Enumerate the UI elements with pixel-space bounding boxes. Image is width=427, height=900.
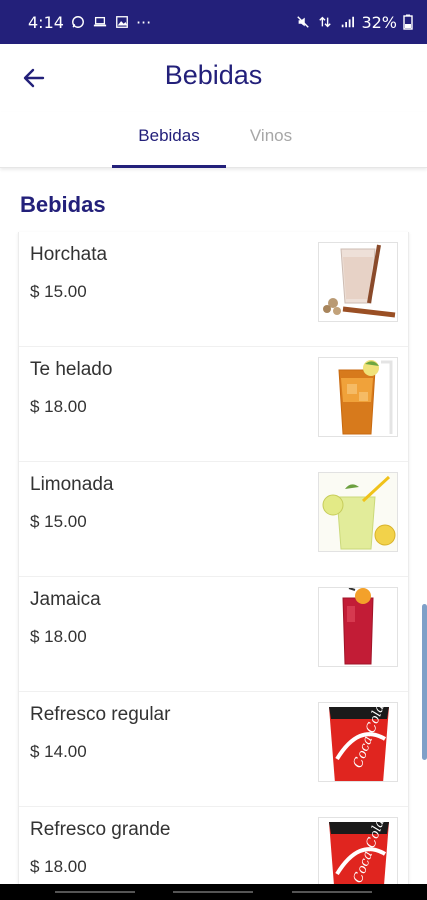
item-price: $ 15.00 — [30, 512, 87, 531]
list-item[interactable]: Horchata $ 15.00 — [19, 232, 408, 347]
item-price: $ 14.00 — [30, 742, 87, 761]
mute-icon — [297, 16, 310, 28]
horchata-image — [318, 242, 398, 322]
list-item[interactable]: Refresco grande $ 18.00 Coca-Cola — [19, 807, 408, 884]
status-right: 32% — [295, 13, 413, 32]
tab-bebidas[interactable]: Bebidas — [112, 126, 226, 168]
home-button[interactable] — [173, 891, 253, 893]
soda-cup-image: Coca-Cola — [318, 702, 398, 782]
list-item[interactable]: Refresco regular $ 14.00 Coca-Cola — [19, 692, 408, 807]
item-name: Jamaica — [30, 589, 101, 610]
iced-tea-image — [318, 357, 398, 437]
soda-cup-large-image: Coca-Cola — [318, 817, 398, 884]
battery-percent: 32% — [361, 12, 397, 32]
jamaica-image — [318, 587, 398, 667]
item-name: Refresco regular — [30, 704, 171, 725]
page-title: Bebidas — [164, 60, 263, 90]
data-4g-icon — [319, 16, 332, 28]
item-price: $ 15.00 — [30, 282, 87, 301]
battery-icon — [403, 14, 413, 30]
lemonade-image — [318, 472, 398, 552]
menu-list[interactable]: Horchata $ 15.00 Te helado $ 18.00 Limon… — [18, 232, 409, 884]
status-time: 4:14 — [28, 12, 64, 32]
section-title: Bebidas — [20, 192, 106, 217]
status-left: 4:14 ··· — [28, 13, 151, 32]
category-tabs: Bebidas Vinos — [0, 112, 427, 168]
item-name: Horchata — [30, 244, 108, 265]
list-item[interactable]: Limonada $ 15.00 — [19, 462, 408, 577]
status-bar: 4:14 ··· 32% — [0, 0, 427, 44]
whatsapp-icon — [71, 16, 84, 28]
image-icon — [116, 16, 128, 28]
recents-button[interactable] — [55, 891, 135, 893]
item-price: $ 18.00 — [30, 857, 87, 876]
signal-icon — [342, 16, 355, 28]
item-price: $ 18.00 — [30, 627, 87, 646]
app-bar: Bebidas — [0, 44, 427, 112]
item-price: $ 18.00 — [30, 397, 87, 416]
list-item[interactable]: Jamaica $ 18.00 — [19, 577, 408, 692]
back-nav-button[interactable] — [292, 891, 372, 893]
list-item[interactable]: Te helado $ 18.00 — [19, 347, 408, 462]
system-nav-bar — [0, 884, 427, 900]
item-name: Te helado — [30, 359, 113, 380]
laptop-icon — [93, 16, 107, 27]
scroll-indicator[interactable] — [422, 604, 427, 760]
status-more: ··· — [135, 12, 152, 32]
item-name: Limonada — [30, 474, 114, 495]
tab-vinos[interactable]: Vinos — [226, 126, 316, 168]
item-name: Refresco grande — [30, 819, 171, 840]
